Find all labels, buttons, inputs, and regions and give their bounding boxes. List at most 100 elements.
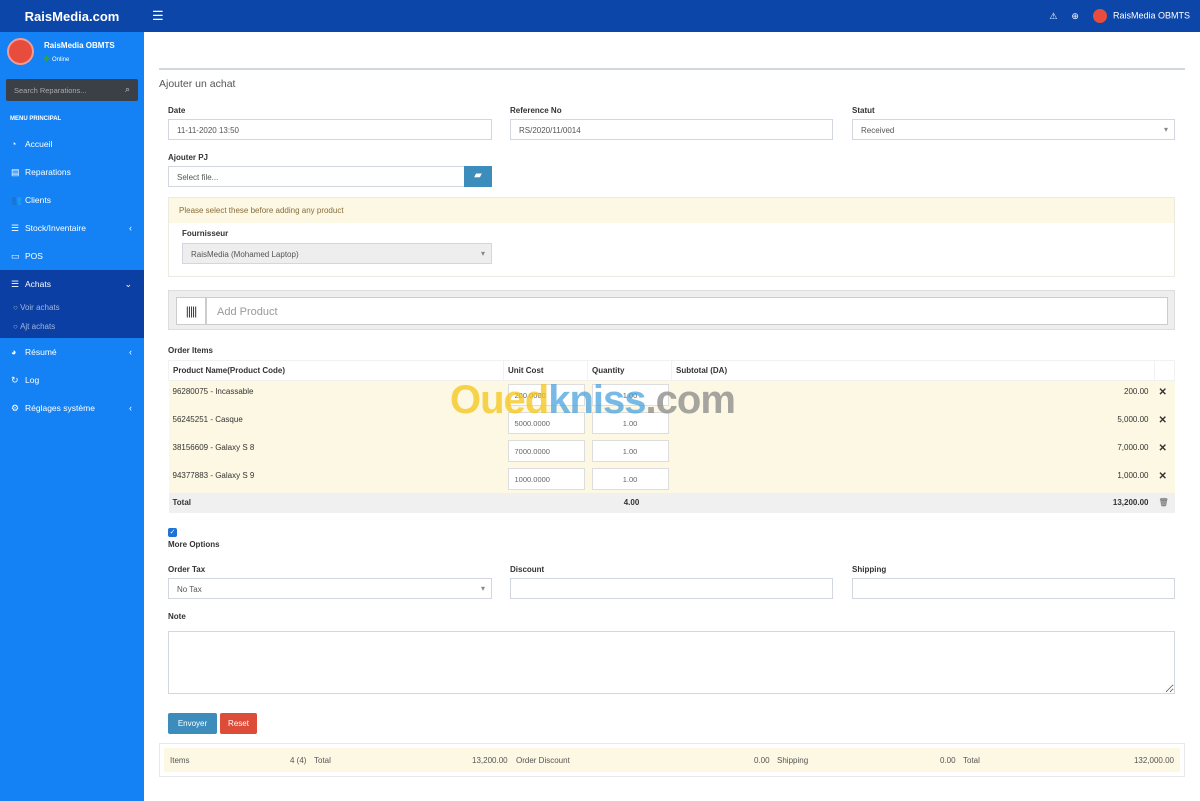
quantity-cell: 1.00: [587, 408, 672, 437]
label: Accueil: [25, 139, 53, 149]
trash-icon[interactable]: 🗑: [1154, 492, 1175, 513]
sidebar-item-clients[interactable]: 👥 Clients: [0, 186, 144, 214]
column-header: Quantity: [587, 360, 672, 381]
unit-cost-input[interactable]: 7000.0000: [507, 439, 585, 462]
sidebar-item-log[interactable]: ↻ Log: [0, 366, 144, 394]
page-title: Ajouter un achat: [159, 78, 236, 90]
sidebar-subitem-ajt-achats[interactable]: ○ Ajt achats: [0, 317, 144, 336]
gear-icon: ⚙: [11, 402, 20, 413]
unit-cost-input[interactable]: 5000.0000: [507, 411, 585, 434]
date-label: Date: [168, 106, 186, 115]
chevron-left-icon: ‹: [129, 223, 132, 233]
remove-icon[interactable]: ✕: [1154, 464, 1175, 493]
folder-open-icon[interactable]: ▰: [464, 166, 492, 187]
product-name: 38156609 - Galaxy S 8: [168, 436, 504, 465]
plus-circle-icon[interactable]: ⊕: [1071, 11, 1079, 22]
shipping-value: 0.00: [940, 756, 956, 765]
sidebar-subitem-voir-achats[interactable]: ○ Voir achats: [0, 298, 144, 317]
discount-input[interactable]: [510, 578, 833, 599]
sidebar-item-stock[interactable]: ☰ Stock/Inventaire ‹: [0, 214, 144, 242]
alert-icon[interactable]: ⚠: [1049, 11, 1057, 22]
subtotal: 5,000.00: [671, 408, 1155, 437]
label: Achats: [25, 279, 51, 289]
reset-button[interactable]: Reset: [220, 713, 257, 734]
unit-cost-cell: 5000.0000: [503, 408, 588, 437]
total-label: Total: [168, 492, 504, 513]
reference-input[interactable]: RS/2020/11/0014: [510, 119, 833, 140]
items-label: Items: [170, 756, 190, 765]
supplier-value: RaisMedia (Mohamed Laptop): [191, 250, 299, 259]
users-icon: 👥: [11, 194, 23, 205]
quantity-input[interactable]: 1.00: [591, 384, 669, 406]
user-name: RaisMedia OBMTS: [1112, 10, 1190, 21]
column-header: Product Name(Product Code): [168, 360, 504, 381]
sidebar-item-accueil[interactable]: ◔ Accueil: [0, 130, 144, 158]
sidebar-item-resume[interactable]: ◕ Résumé ‹: [0, 338, 144, 366]
tasks-icon: ☰: [11, 278, 20, 289]
quantity-input[interactable]: 1.00: [591, 467, 669, 490]
discount-label: Order Discount: [516, 756, 570, 765]
label: Ajt achats: [20, 322, 56, 331]
status-select[interactable]: Received: [852, 119, 1175, 140]
discount-label: Discount: [510, 565, 545, 574]
label: Stock/Inventaire: [25, 223, 86, 233]
refresh-icon: ↻: [11, 374, 19, 385]
quantity-cell: 1.00: [587, 380, 672, 409]
search-icon[interactable]: ⌕: [125, 84, 130, 95]
user-menu[interactable]: RaisMedia OBMTS: [1092, 9, 1190, 23]
remove-icon[interactable]: ✕: [1154, 408, 1175, 437]
tasks-icon: ☰: [11, 222, 20, 233]
add-product-input[interactable]: Add Product: [206, 297, 1168, 325]
sidebar-item-reparations[interactable]: ▤ Reparations: [0, 158, 144, 186]
unit-cost-cell: 200.0000: [503, 380, 588, 409]
unit-cost-cell: 1000.0000: [503, 464, 588, 493]
file-input[interactable]: Select file...: [168, 166, 465, 187]
tax-value: No Tax: [177, 585, 202, 594]
shipping-label: Shipping: [852, 565, 887, 574]
shipping-input[interactable]: [852, 578, 1175, 599]
quantity-input[interactable]: 1.00: [591, 439, 669, 462]
label: Résumé: [25, 347, 57, 357]
sidebar-item-reglages[interactable]: ⚙ Réglages système ‹: [0, 394, 144, 422]
total-row: Total 4.00 13,200.00 🗑: [168, 492, 1175, 513]
brand-logo[interactable]: RaisMedia.com: [0, 0, 144, 32]
label: POS: [25, 251, 43, 261]
attachment-label: Ajouter PJ: [168, 153, 209, 162]
total-value: 13,200.00: [472, 756, 508, 765]
status-label: Statut: [852, 106, 875, 115]
supplier-select[interactable]: RaisMedia (Mohamed Laptop): [182, 243, 492, 264]
remove-icon[interactable]: ✕: [1154, 380, 1175, 409]
date-input[interactable]: 11-11-2020 13:50: [168, 119, 492, 140]
more-options-checkbox[interactable]: ✓: [168, 528, 177, 537]
menu-toggle-icon[interactable]: ☰: [152, 8, 164, 24]
submit-button[interactable]: Envoyer: [168, 713, 217, 734]
label: Voir achats: [20, 303, 60, 312]
quantity-input[interactable]: 1.00: [591, 411, 669, 434]
supplier-panel: Please select these before adding any pr…: [168, 197, 1175, 277]
note-label: Note: [168, 612, 186, 621]
subtotal: 7,000.00: [671, 436, 1155, 465]
sidebar-item-achats[interactable]: ☰ Achats ⌄: [0, 270, 144, 298]
sidebar-search-input[interactable]: Search Reparations... ⌕: [6, 79, 138, 101]
unit-cost-input[interactable]: 1000.0000: [507, 467, 585, 490]
quantity-cell: 1.00: [587, 436, 672, 465]
reference-label: Reference No: [510, 106, 562, 115]
note-textarea[interactable]: [168, 631, 1175, 694]
dashboard-icon: ◔: [11, 139, 17, 149]
search-placeholder: Search Reparations...: [14, 86, 87, 95]
sidebar-item-pos[interactable]: ▭ POS: [0, 242, 144, 270]
quantity-cell: 1.00: [587, 464, 672, 493]
tax-select[interactable]: No Tax: [168, 578, 492, 599]
label: Clients: [25, 195, 51, 205]
subtotal: 1,000.00: [671, 464, 1155, 493]
label: Réglages système: [25, 403, 95, 413]
list-icon: ▤: [11, 166, 20, 177]
table-row: 96280075 - Incassable 200.0000 1.00 200.…: [168, 380, 1175, 409]
more-options-label: More Options: [168, 540, 220, 549]
total-label: Total: [314, 756, 331, 765]
unit-cost-input[interactable]: 200.0000: [507, 384, 585, 406]
avatar: [1092, 9, 1107, 23]
remove-icon[interactable]: ✕: [1154, 436, 1175, 465]
avatar: [7, 38, 34, 65]
items-value: 4 (4): [290, 756, 307, 765]
